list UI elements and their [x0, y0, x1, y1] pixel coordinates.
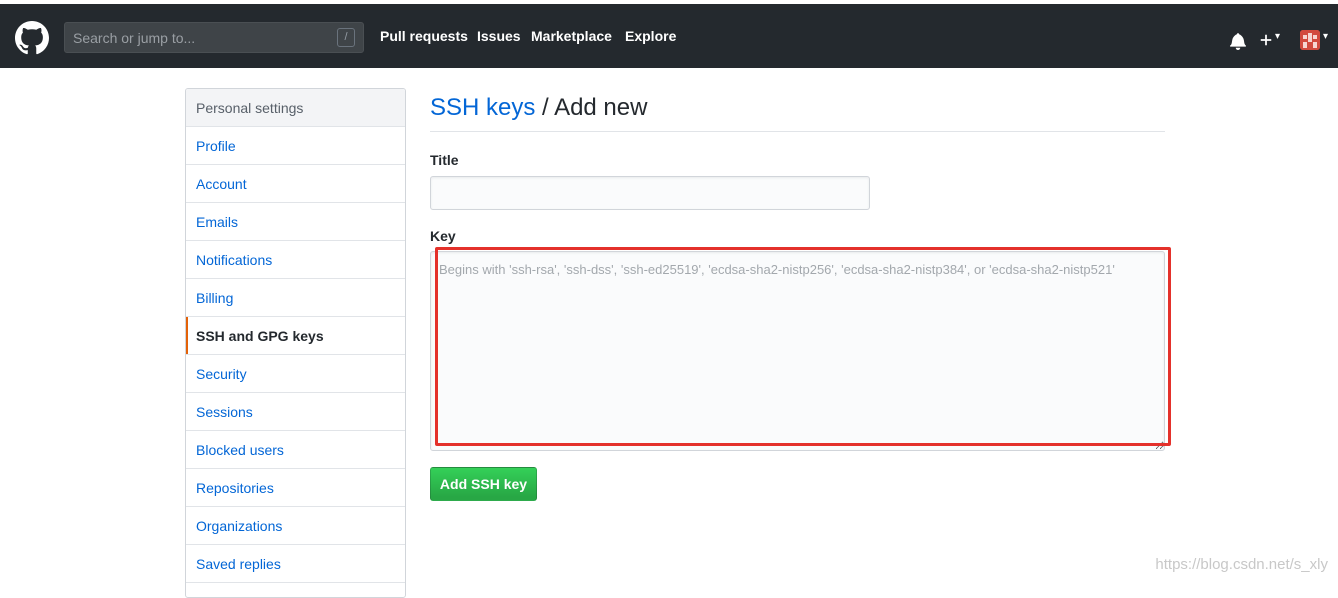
title-input[interactable]	[430, 176, 870, 210]
top-navbar: / Pull requests Issues Marketplace Explo…	[0, 0, 1338, 68]
page-title: SSH keys / Add new	[430, 94, 647, 122]
sidebar-header: Personal settings	[186, 89, 405, 127]
breadcrumb-current: Add new	[554, 94, 648, 121]
bell-icon[interactable]	[1229, 32, 1247, 50]
nav-explore[interactable]: Explore	[625, 28, 676, 44]
nav-marketplace[interactable]: Marketplace	[531, 28, 612, 44]
chevron-down-icon: ▾	[1275, 31, 1281, 42]
key-textarea[interactable]	[430, 251, 1165, 451]
create-new-menu[interactable]: ▾	[1259, 31, 1287, 49]
sidebar-item-repositories[interactable]: Repositories	[186, 469, 405, 507]
plus-icon	[1260, 34, 1272, 46]
sidebar-item-emails[interactable]: Emails	[186, 203, 405, 241]
sidebar-item-saved-replies[interactable]: Saved replies	[186, 545, 405, 583]
search-box: /	[64, 22, 364, 53]
nav-pull-requests[interactable]: Pull requests	[380, 28, 468, 44]
sidebar-item-blocked-users[interactable]: Blocked users	[186, 431, 405, 469]
sidebar-item-billing[interactable]: Billing	[186, 279, 405, 317]
sidebar-item-account[interactable]: Account	[186, 165, 405, 203]
chevron-down-icon: ▾	[1323, 31, 1329, 42]
title-label: Title	[430, 152, 459, 168]
avatar	[1300, 30, 1320, 50]
search-input[interactable]	[65, 23, 335, 52]
watermark: https://blog.csdn.net/s_xly	[1155, 556, 1328, 573]
sidebar-item-security[interactable]: Security	[186, 355, 405, 393]
sidebar-item-sessions[interactable]: Sessions	[186, 393, 405, 431]
user-menu[interactable]: ▾	[1300, 30, 1334, 52]
nav-issues[interactable]: Issues	[477, 28, 521, 44]
sidebar-item-organizations[interactable]: Organizations	[186, 507, 405, 545]
search-shortcut-key: /	[337, 28, 355, 47]
title-divider	[430, 131, 1165, 132]
avatar-pattern-icon	[1300, 30, 1320, 50]
sidebar-item-notifications[interactable]: Notifications	[186, 241, 405, 279]
settings-sidebar: Personal settings Profile Account Emails…	[185, 88, 406, 598]
github-mark-icon[interactable]	[15, 21, 49, 55]
key-label: Key	[430, 228, 456, 244]
breadcrumb-ssh-keys-link[interactable]: SSH keys	[430, 94, 535, 121]
sidebar-item-ssh-gpg-keys[interactable]: SSH and GPG keys	[186, 317, 405, 355]
sidebar-item-profile[interactable]: Profile	[186, 127, 405, 165]
breadcrumb-separator: /	[542, 94, 549, 121]
add-ssh-key-button[interactable]: Add SSH key	[430, 467, 537, 501]
